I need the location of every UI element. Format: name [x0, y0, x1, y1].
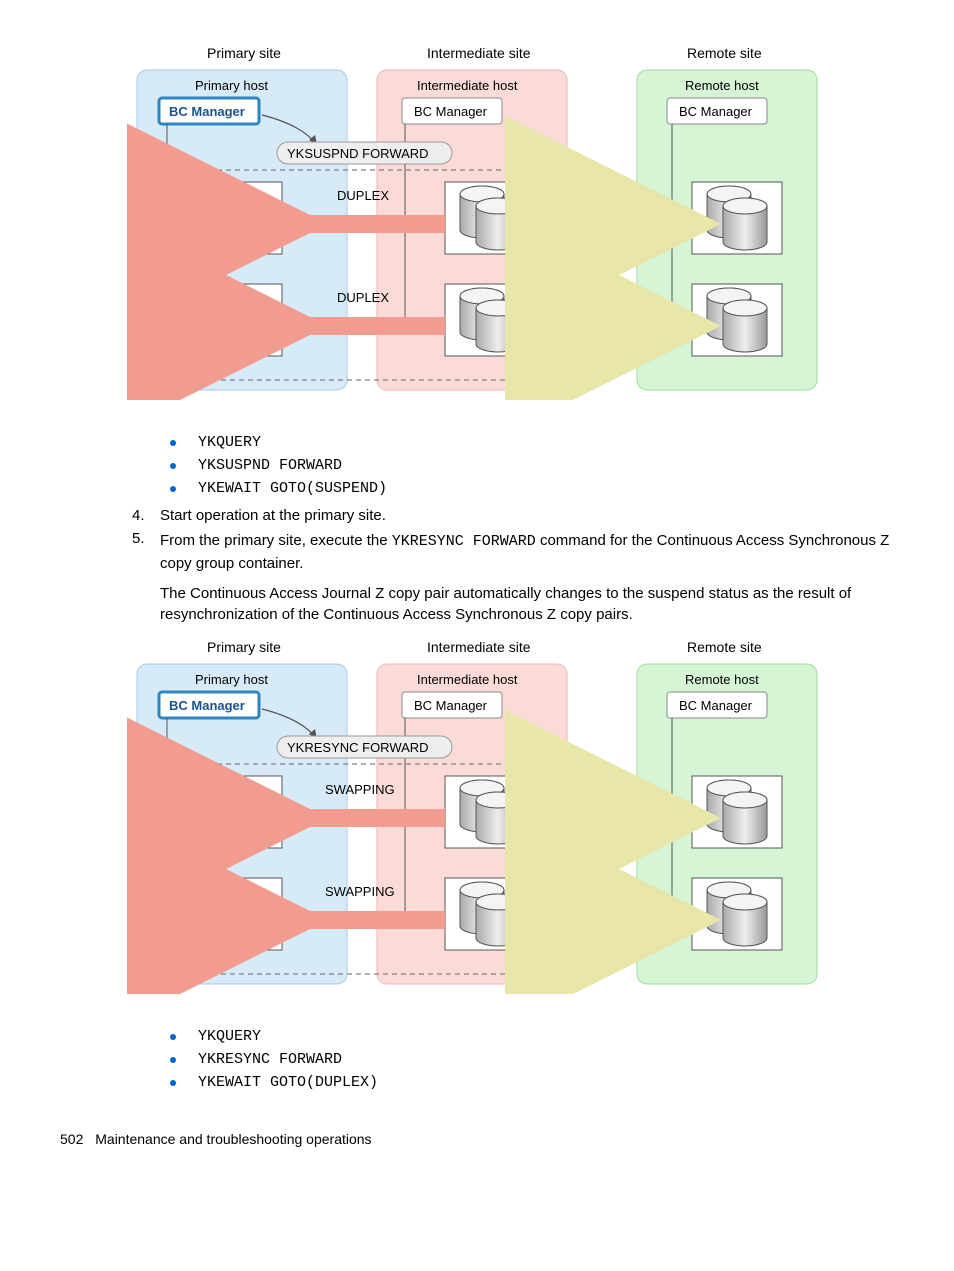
- command-list-2: YKQUERY YKRESYNC FORWARD YKEWAIT GOTO(DU…: [170, 1028, 894, 1091]
- step-5: 5. From the primary site, execute the YK…: [132, 530, 894, 575]
- command-list-1: YKQUERY YKSUSPND FORWARD YKEWAIT GOTO(SU…: [170, 434, 894, 497]
- cmd-text: YKQUERY: [198, 434, 261, 451]
- bullet-item: YKQUERY: [170, 1028, 894, 1045]
- d1-label1a: DUPLEX: [337, 188, 389, 203]
- bullet-icon: [170, 1034, 176, 1040]
- bullet-icon: [170, 1057, 176, 1063]
- step-4: 4. Start operation at the primary site.: [132, 507, 894, 524]
- bullet-item: YKRESYNC FORWARD: [170, 1051, 894, 1068]
- step-number: 4.: [132, 507, 160, 524]
- d1-intermediate-host: Intermediate host: [417, 78, 518, 93]
- bullet-icon: [170, 1080, 176, 1086]
- d2-label2a: DUPLEX: [585, 782, 637, 797]
- bullet-icon: [170, 463, 176, 469]
- d1-remote-site: Remote site: [687, 45, 762, 61]
- d1-primary-site: Primary site: [207, 45, 281, 61]
- d2-remote-site: Remote site: [687, 639, 762, 655]
- d1-bc-inter: BC Manager: [414, 104, 488, 119]
- d2-bc-inter: BC Manager: [414, 698, 488, 713]
- d2-command: YKRESYNC FORWARD: [287, 740, 429, 755]
- d2-label1b: SWAPPING: [325, 884, 395, 899]
- d2-primary-host: Primary host: [195, 672, 268, 687]
- diagram-1: Primary site Intermediate site Remote si…: [60, 40, 894, 404]
- d1-label2a: DUPLEX: [585, 188, 637, 203]
- d2-label1a: SWAPPING: [325, 782, 395, 797]
- d2-bc-primary: BC Manager: [169, 698, 245, 713]
- d1-remote-host: Remote host: [685, 78, 759, 93]
- d2-intermediate-site: Intermediate site: [427, 639, 531, 655]
- step5-code: YKRESYNC FORWARD: [392, 533, 536, 550]
- cmd-text: YKEWAIT GOTO(DUPLEX): [198, 1074, 378, 1091]
- paragraph: The Continuous Access Journal Z copy pai…: [160, 583, 894, 627]
- cmd-text: YKEWAIT GOTO(SUSPEND): [198, 480, 387, 497]
- step-number: 5.: [132, 530, 160, 575]
- bullet-item: YKEWAIT GOTO(DUPLEX): [170, 1074, 894, 1091]
- d1-bc-remote: BC Manager: [679, 104, 753, 119]
- step-text: Start operation at the primary site.: [160, 507, 386, 524]
- diagram-2: Primary site Intermediate site Remote si…: [60, 634, 894, 998]
- cmd-text: YKQUERY: [198, 1028, 261, 1045]
- bullet-item: YKSUSPND FORWARD: [170, 457, 894, 474]
- d1-command: YKSUSPND FORWARD: [287, 146, 429, 161]
- d2-bc-remote: BC Manager: [679, 698, 753, 713]
- d1-label1b: DUPLEX: [337, 290, 389, 305]
- topology-diagram-1: Primary site Intermediate site Remote si…: [127, 40, 827, 400]
- page-number: 502: [60, 1131, 83, 1147]
- d2-remote-host: Remote host: [685, 672, 759, 687]
- cmd-text: YKSUSPND FORWARD: [198, 457, 342, 474]
- step-text: From the primary site, execute the YKRES…: [160, 530, 894, 575]
- d1-bc-primary: BC Manager: [169, 104, 245, 119]
- bullet-item: YKQUERY: [170, 434, 894, 451]
- bullet-icon: [170, 486, 176, 492]
- step5-before: From the primary site, execute the: [160, 532, 392, 549]
- d2-intermediate-host: Intermediate host: [417, 672, 518, 687]
- footer-title: Maintenance and troubleshooting operatio…: [95, 1131, 371, 1147]
- d1-primary-host: Primary host: [195, 78, 268, 93]
- d2-label2b: DUPLEX: [585, 884, 637, 899]
- d2-primary-site: Primary site: [207, 639, 281, 655]
- page-footer: 502 Maintenance and troubleshooting oper…: [60, 1131, 894, 1147]
- bullet-icon: [170, 440, 176, 446]
- d1-label2b: DUPLEX: [585, 290, 637, 305]
- cmd-text: YKRESYNC FORWARD: [198, 1051, 342, 1068]
- bullet-item: YKEWAIT GOTO(SUSPEND): [170, 480, 894, 497]
- topology-diagram-2: Primary site Intermediate site Remote si…: [127, 634, 827, 994]
- d1-intermediate-site: Intermediate site: [427, 45, 531, 61]
